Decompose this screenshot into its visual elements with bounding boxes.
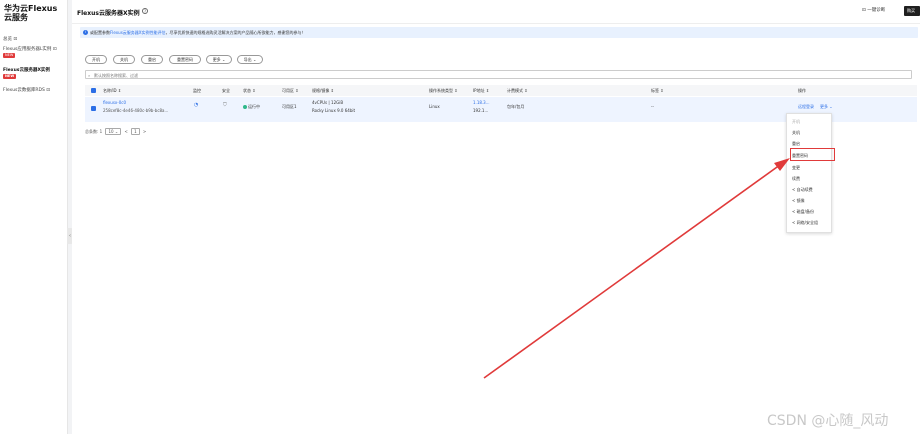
arrow-line (483, 161, 785, 379)
annotation-arrow (483, 158, 790, 379)
arrow-head (774, 158, 790, 171)
watermark: CSDN @心随_风动 (767, 413, 889, 429)
